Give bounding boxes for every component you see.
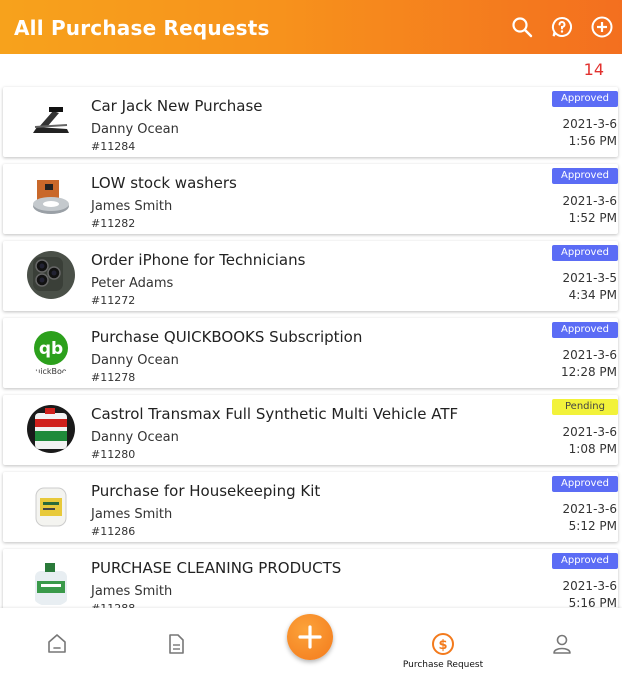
request-time: 1:56 PM (568, 134, 617, 148)
plus-icon (298, 625, 322, 649)
cleaning-products-image (27, 559, 75, 607)
request-title: Purchase QUICKBOOKS Subscription (91, 328, 363, 346)
request-number: #11272 (91, 294, 136, 307)
request-card[interactable]: qb uickBoo Purchase QUICKBOOKS Subscript… (3, 318, 618, 388)
request-time: 5:16 PM (568, 596, 617, 608)
quickbooks-logo: qb uickBoo (27, 328, 75, 376)
request-card[interactable]: Purchase for Housekeeping Kit James Smit… (3, 472, 618, 542)
requester-name: Danny Ocean (91, 122, 179, 137)
status-badge: Approved (552, 322, 618, 338)
request-date: 2021-3-6 (562, 194, 617, 208)
status-badge: Pending (552, 399, 618, 415)
request-date: 2021-3-6 (562, 117, 617, 131)
svg-text:$: $ (438, 638, 447, 653)
status-badge: Approved (552, 245, 618, 261)
help-icon[interactable] (550, 15, 574, 39)
request-title: Car Jack New Purchase (91, 97, 263, 115)
requester-name: James Smith (91, 507, 173, 522)
page-title: All Purchase Requests (14, 16, 270, 40)
requester-name: Danny Ocean (91, 430, 179, 445)
request-number: #11284 (91, 140, 136, 153)
requester-name: James Smith (91, 199, 173, 214)
dollar-circle-icon: $ (432, 633, 454, 655)
request-card[interactable]: Car Jack New Purchase Danny Ocean #11284… (3, 87, 618, 157)
request-title: LOW stock washers (91, 174, 237, 192)
quickbooks-logo-caption: uickBoo (35, 367, 67, 376)
request-title: Order iPhone for Technicians (91, 251, 306, 269)
quickbooks-logo-text: qb (39, 339, 63, 359)
request-time: 4:34 PM (568, 288, 617, 302)
request-date: 2021-3-6 (562, 348, 617, 362)
request-date: 2021-3-5 (562, 271, 617, 285)
request-card[interactable]: Castrol Transmax Full Synthetic Multi Ve… (3, 395, 618, 465)
tab-profile[interactable] (517, 608, 607, 678)
requester-name: Peter Adams (91, 276, 174, 291)
add-circle-icon[interactable] (590, 15, 614, 39)
request-date: 2021-3-6 (562, 502, 617, 516)
status-badge: Approved (552, 476, 618, 492)
app-header: All Purchase Requests (0, 0, 622, 54)
tab-label: Purchase Request (402, 660, 484, 670)
request-list: Car Jack New Purchase Danny Ocean #11284… (0, 84, 622, 608)
request-title: PURCHASE CLEANING PRODUCTS (91, 559, 342, 577)
requester-name: Danny Ocean (91, 353, 179, 368)
washers-image (27, 174, 75, 222)
request-date: 2021-3-6 (562, 425, 617, 439)
iphone-image (27, 251, 75, 299)
home-icon (48, 634, 66, 653)
requester-name: James Smith (91, 584, 173, 599)
request-count: 14 (583, 60, 604, 79)
status-badge: Approved (552, 553, 618, 569)
request-time: 1:52 PM (568, 211, 617, 225)
document-icon (169, 634, 184, 654)
search-icon[interactable] (510, 15, 534, 39)
request-card[interactable]: Order iPhone for Technicians Peter Adams… (3, 241, 618, 311)
request-number: #11280 (91, 448, 136, 461)
request-number: #11278 (91, 371, 136, 384)
tab-home[interactable] (12, 608, 102, 678)
request-card[interactable]: PURCHASE CLEANING PRODUCTS James Smith #… (3, 549, 618, 608)
status-badge: Approved (552, 168, 618, 184)
request-number: #11282 (91, 217, 136, 230)
housekeeping-kit-image (27, 482, 75, 530)
castrol-bottle-image (27, 405, 75, 453)
user-icon (553, 634, 571, 654)
request-time: 12:28 PM (561, 365, 617, 379)
request-title: Castrol Transmax Full Synthetic Multi Ve… (91, 405, 459, 423)
tab-documents[interactable] (131, 608, 221, 678)
request-title: Purchase for Housekeeping Kit (91, 482, 321, 500)
status-badge: Approved (552, 91, 618, 107)
car-jack-image (27, 97, 75, 145)
request-card[interactable]: LOW stock washers James Smith #11282 App… (3, 164, 618, 234)
request-number: #11286 (91, 525, 136, 538)
request-time: 5:12 PM (568, 519, 617, 533)
add-request-button[interactable] (287, 614, 333, 660)
request-time: 1:08 PM (568, 442, 617, 456)
request-date: 2021-3-6 (562, 579, 617, 593)
tab-purchase-request[interactable]: $ Purchase Request (398, 608, 488, 678)
